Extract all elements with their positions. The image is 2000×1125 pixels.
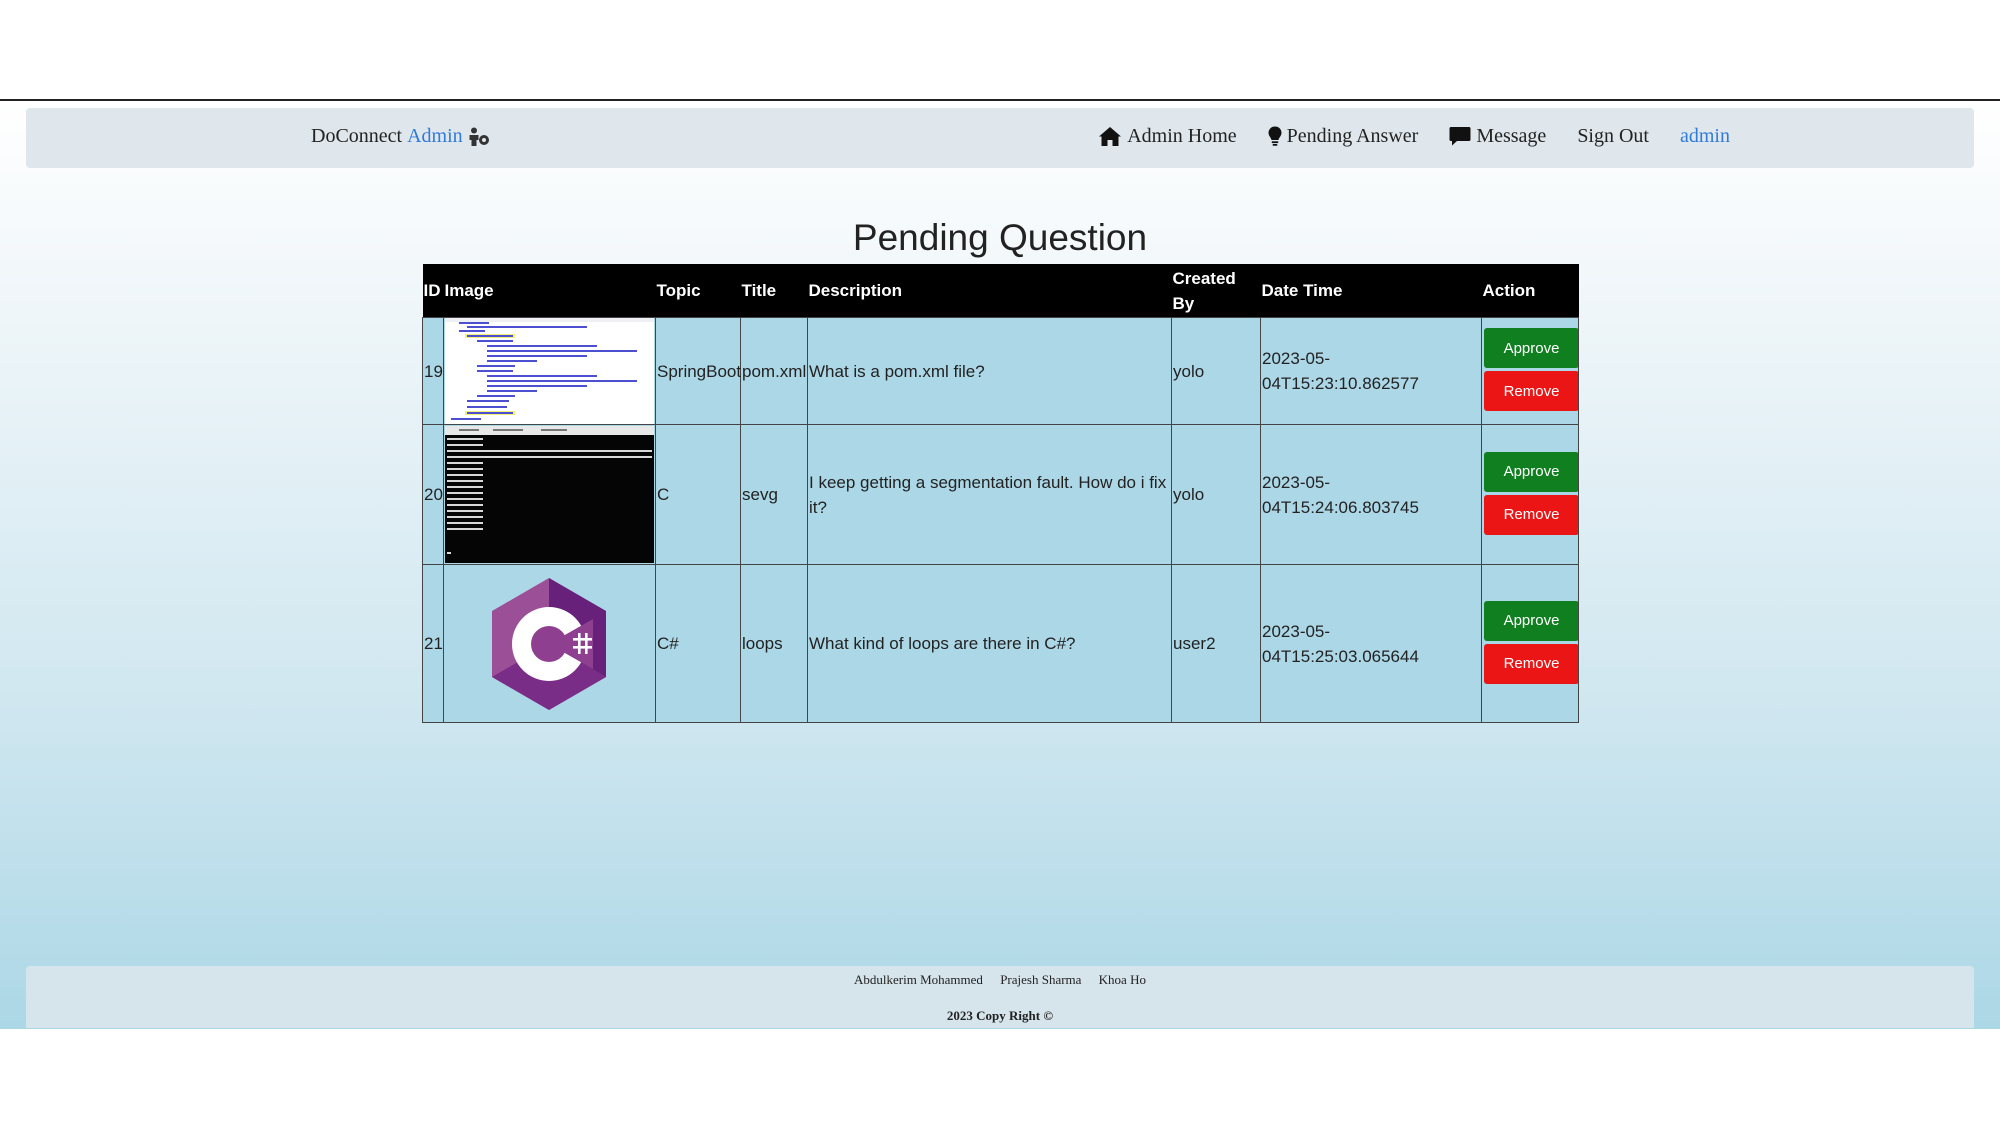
cell-title: loops [740,564,808,723]
header-action: Action [1481,264,1579,318]
nav-current-user-label: admin [1680,125,1730,147]
cell-created-by: user2 [1171,564,1261,723]
brand-name: DoConnect [311,125,403,147]
footer-copyright: 2023 Copy Right © [946,1008,1054,1023]
footer: Abdulkerim Mohammed Prajesh Sharma Khoa … [26,966,1974,1028]
header-created-by: Created By [1171,264,1261,318]
remove-button[interactable]: Remove [1484,494,1579,535]
nav-pending-answer[interactable]: Pending Answer [1268,125,1419,148]
message-icon [1449,127,1471,146]
table-row: 21 C# loops What kind of loops are there… [422,564,1579,723]
cell-title: pom.xml [740,317,808,425]
header-title: Title [740,264,808,318]
cell-id: 19 [422,317,444,425]
author-name: Khoa Ho [1098,972,1146,987]
cell-topic: C# [655,564,741,723]
approve-button[interactable]: Approve [1484,451,1579,492]
approve-button[interactable]: Approve [1484,328,1579,368]
table-header-row: ID Image Topic Title Description Created… [422,264,1579,318]
pending-questions-table: ID Image Topic Title Description Created… [422,264,1579,723]
header-topic: Topic [655,264,741,318]
cell-image [443,317,656,425]
nav-sign-out-label: Sign Out [1577,125,1649,147]
csharp-logo[interactable] [445,569,654,719]
table-row: 20 C sevg I keep getting a segmentation … [422,424,1579,565]
cell-created-by: yolo [1171,424,1261,565]
author-name: Prajesh Sharma [1000,972,1082,987]
cell-title: sevg [740,424,808,565]
table-row: 19 SpringBoot pom.xml What is a pom.xml … [422,317,1579,425]
remove-button[interactable]: Remove [1484,643,1579,684]
cell-id: 20 [422,424,444,565]
cell-topic: C [655,424,741,565]
nav-message[interactable]: Message [1449,125,1546,148]
cell-date-time: 2023-05-04T15:23:10.862577 [1260,317,1482,425]
nav-links: Admin Home Pending Answer Message Sign O… [1067,125,1730,148]
pom-xml-screenshot[interactable] [445,318,654,424]
header-description: Description [807,264,1172,318]
cell-description: I keep getting a segmentation fault. How… [807,424,1172,565]
nav-current-user[interactable]: admin [1680,125,1730,148]
footer-authors: Abdulkerim Mohammed Prajesh Sharma Khoa … [26,972,1974,988]
cell-description: What kind of loops are there in C#? [807,564,1172,723]
nav-pending-answer-label: Pending Answer [1286,125,1419,147]
admin-user-icon [468,127,490,147]
page-title: Pending Question [852,217,1148,258]
home-icon [1099,127,1122,146]
nav-message-label: Message [1476,125,1547,147]
remove-button[interactable]: Remove [1484,371,1579,411]
cell-image [443,424,656,565]
header-id: ID [422,264,444,318]
cell-action: Approve Remove [1481,317,1579,425]
approve-button[interactable]: Approve [1484,600,1579,641]
nav-sign-out[interactable]: Sign Out [1577,125,1649,148]
terminal-segfault-screenshot[interactable] [445,426,654,563]
brand-role: Admin [407,125,463,147]
lightbulb-icon [1268,126,1282,146]
cell-id: 21 [422,564,444,723]
nav-admin-home[interactable]: Admin Home [1098,125,1237,148]
cell-image [443,564,656,723]
header-date-time: Date Time [1260,264,1482,318]
brand[interactable]: DoConnect Admin [311,125,490,148]
cell-date-time: 2023-05-04T15:24:06.803745 [1260,424,1482,565]
page-background: DoConnect Admin Admin Home Pending Answe… [0,99,2000,1029]
cell-action: Approve Remove [1481,424,1579,565]
header-image: Image [443,264,656,318]
cell-description: What is a pom.xml file? [807,317,1172,425]
author-name: Abdulkerim Mohammed [854,972,983,987]
cell-action: Approve Remove [1481,564,1579,723]
cell-date-time: 2023-05-04T15:25:03.065644 [1260,564,1482,723]
navbar: DoConnect Admin Admin Home Pending Answe… [26,108,1974,168]
cell-topic: SpringBoot [655,317,741,425]
cell-created-by: yolo [1171,317,1261,425]
nav-admin-home-label: Admin Home [1127,125,1237,147]
